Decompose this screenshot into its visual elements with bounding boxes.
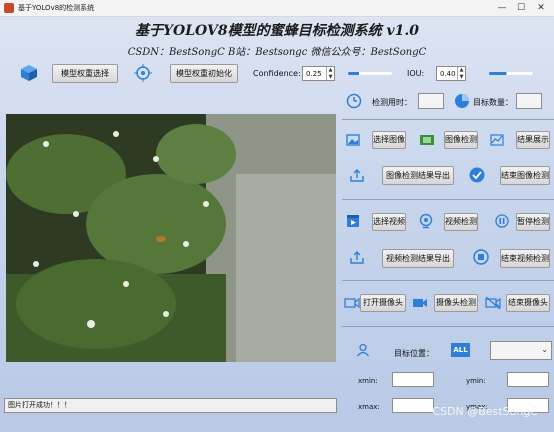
webcam-icon	[412, 296, 428, 310]
window-title: 基于YOLOv8的检测系统	[18, 4, 95, 12]
confidence-label: Confidence:	[253, 69, 301, 78]
person-icon	[356, 343, 370, 357]
detect-camera-button[interactable]: 摄像头检测	[434, 294, 478, 312]
select-image-button[interactable]: 选择图像	[372, 131, 406, 149]
weight-select-button[interactable]: 模型权重选择	[52, 64, 118, 83]
export-video-button[interactable]: 视频检测结果导出	[382, 249, 454, 268]
xmin-field	[392, 372, 434, 387]
count-value	[516, 93, 542, 109]
all-badge: ALL	[451, 343, 470, 357]
video-file-icon	[346, 214, 360, 228]
separator	[342, 326, 554, 327]
iou-slider[interactable]	[489, 72, 533, 75]
webcam-icon	[344, 296, 360, 310]
end-camera-button[interactable]: 结束摄像头	[506, 294, 550, 312]
page-title: 基于YOLOV8模型的蜜蜂目标检测系统 v1.0	[135, 23, 419, 39]
check-icon	[469, 167, 485, 183]
end-image-detect-button[interactable]: 结束图像检测	[500, 166, 550, 185]
cube-icon	[20, 64, 38, 82]
confidence-slider[interactable]	[348, 72, 392, 75]
ymin-label: ymin:	[466, 377, 486, 385]
image-icon	[346, 133, 360, 147]
time-value	[418, 93, 444, 109]
target-icon	[134, 64, 152, 82]
show-result-button[interactable]: 结果展示	[516, 131, 550, 149]
camera-lens-icon	[418, 213, 434, 229]
watermark: CSDN @BestSongC	[432, 405, 538, 418]
export-image-button[interactable]: 图像检测结果导出	[382, 166, 454, 185]
image-display	[6, 114, 336, 362]
close-button[interactable]: ✕	[534, 2, 548, 14]
pause-detect-button[interactable]: 暂停检测	[516, 213, 550, 231]
separator	[342, 199, 554, 200]
maximize-button[interactable]: ☐	[514, 2, 528, 14]
scan-icon	[419, 132, 435, 148]
app-icon	[4, 3, 14, 13]
detect-image-button[interactable]: 图像检测	[444, 131, 478, 149]
xmax-label: xmax:	[358, 403, 380, 411]
target-select[interactable]: ⌄	[490, 341, 552, 360]
weight-init-button[interactable]: 模型权重初始化	[170, 64, 238, 83]
separator	[342, 119, 554, 120]
chevron-down-icon: ⌄	[541, 345, 548, 354]
webcam-off-icon	[485, 296, 501, 310]
count-label: 目标数量：	[473, 98, 513, 107]
window-titlebar: 基于YOLOv8的检测系统 — ☐ ✕	[0, 0, 554, 17]
time-label: 检测用时：	[372, 98, 412, 107]
stop-icon	[473, 249, 489, 265]
confidence-spinbox[interactable]: 0.25 ▲ ▼	[302, 66, 335, 81]
iou-label: IOU:	[407, 69, 425, 78]
end-video-detect-button[interactable]: 结束视频检测	[500, 249, 550, 268]
pause-icon	[495, 214, 509, 228]
status-bar: 图片打开成功！！！	[4, 398, 337, 413]
detect-video-button[interactable]: 视频检测	[444, 213, 478, 231]
upload-icon	[350, 168, 364, 182]
clock-icon	[346, 93, 362, 109]
open-camera-button[interactable]: 打开摄像头	[360, 294, 406, 312]
iou-spinbox[interactable]: 0.40 ▲ ▼	[436, 66, 466, 81]
target-position-label: 目标位置：	[394, 349, 434, 358]
ymin-field	[507, 372, 549, 387]
xmin-label: xmin:	[358, 377, 378, 385]
separator	[342, 280, 554, 281]
page-subtitle: CSDN：BestSongC B站：Bestsongc 微信公众号：BestSo…	[127, 47, 427, 58]
chart-icon	[490, 133, 504, 147]
upload-icon	[350, 250, 364, 264]
select-video-button[interactable]: 选择视频	[372, 213, 406, 231]
minimize-button[interactable]: —	[495, 2, 509, 14]
pie-icon	[454, 93, 470, 109]
xmax-field	[392, 398, 434, 413]
